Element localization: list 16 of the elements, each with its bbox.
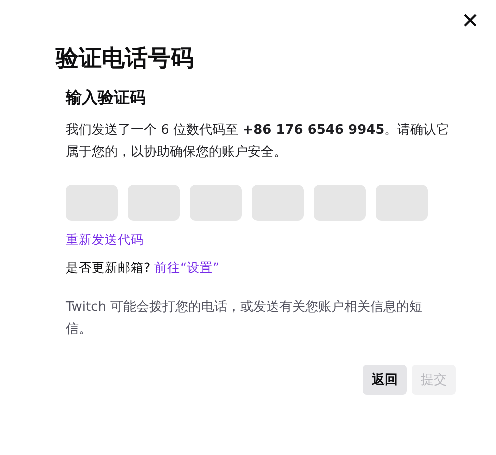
close-icon [464,14,477,27]
code-digit-field[interactable] [190,185,242,221]
resend-code-link[interactable]: 重新发送代码 [66,230,144,250]
settings-link[interactable]: 前往“设置” [154,258,220,278]
code-digit-field[interactable] [128,185,180,221]
description-text: 我们发送了一个 6 位数代码至 +86 176 6546 9945。请确认它属于您的，以协助确保您的账户安全。 [66,122,451,162]
dialog-title: 验证电话号码 [56,45,195,74]
email-question-text: 是否更新邮箱? [66,259,151,277]
back-button[interactable]: 返回 [363,365,407,395]
code-digit-field[interactable] [252,185,304,221]
notice-text: Twitch 可能会拨打您的电话，或发送有关您账户相关信息的短信。 [66,299,424,339]
code-digit-field[interactable] [66,185,118,221]
close-button[interactable] [462,12,479,29]
section-heading: 输入验证码 [66,87,147,109]
code-digit-field[interactable] [376,185,428,221]
code-digit-field[interactable] [314,185,366,221]
